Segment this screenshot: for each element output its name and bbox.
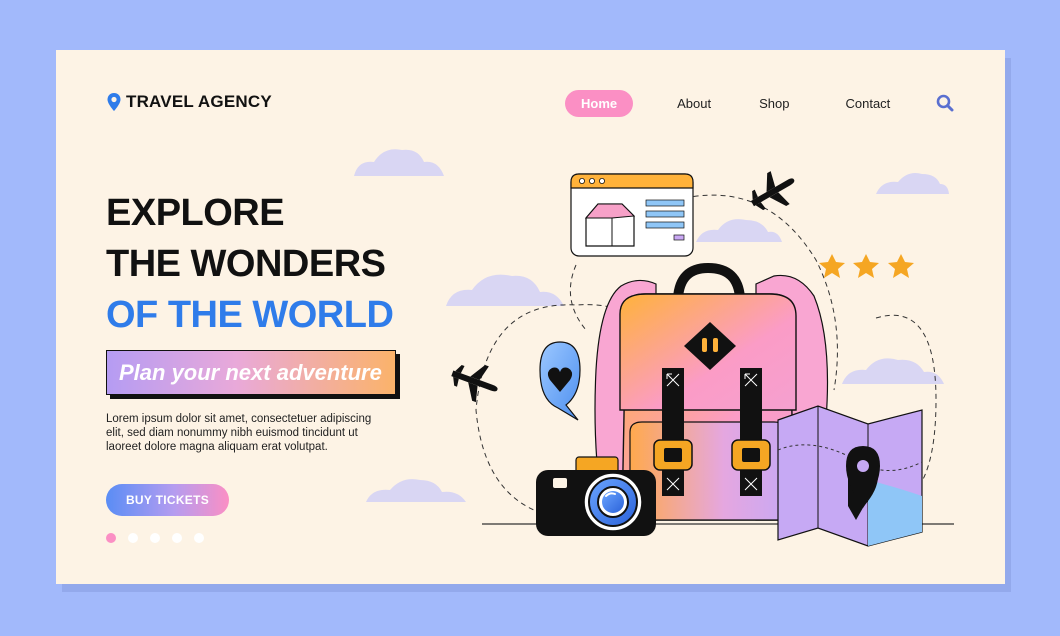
cloud-icon	[876, 173, 949, 194]
cloud-icon	[366, 479, 466, 502]
airplane-icon	[750, 171, 795, 211]
star-icon	[888, 254, 914, 278]
browser-window-icon	[570, 173, 694, 257]
travel-illustration	[354, 149, 954, 547]
landing-card: TRAVEL AGENCY Home About Shop Contact EX…	[56, 50, 1005, 584]
folded-map-icon	[777, 405, 923, 547]
cloud-icon	[446, 274, 564, 306]
cloud-icon	[696, 219, 782, 242]
cloud-icon	[842, 358, 944, 384]
cloud-icon	[354, 149, 444, 176]
heart-chat-icon	[539, 341, 581, 421]
star-icon	[853, 254, 879, 278]
airplane-icon	[451, 365, 498, 403]
